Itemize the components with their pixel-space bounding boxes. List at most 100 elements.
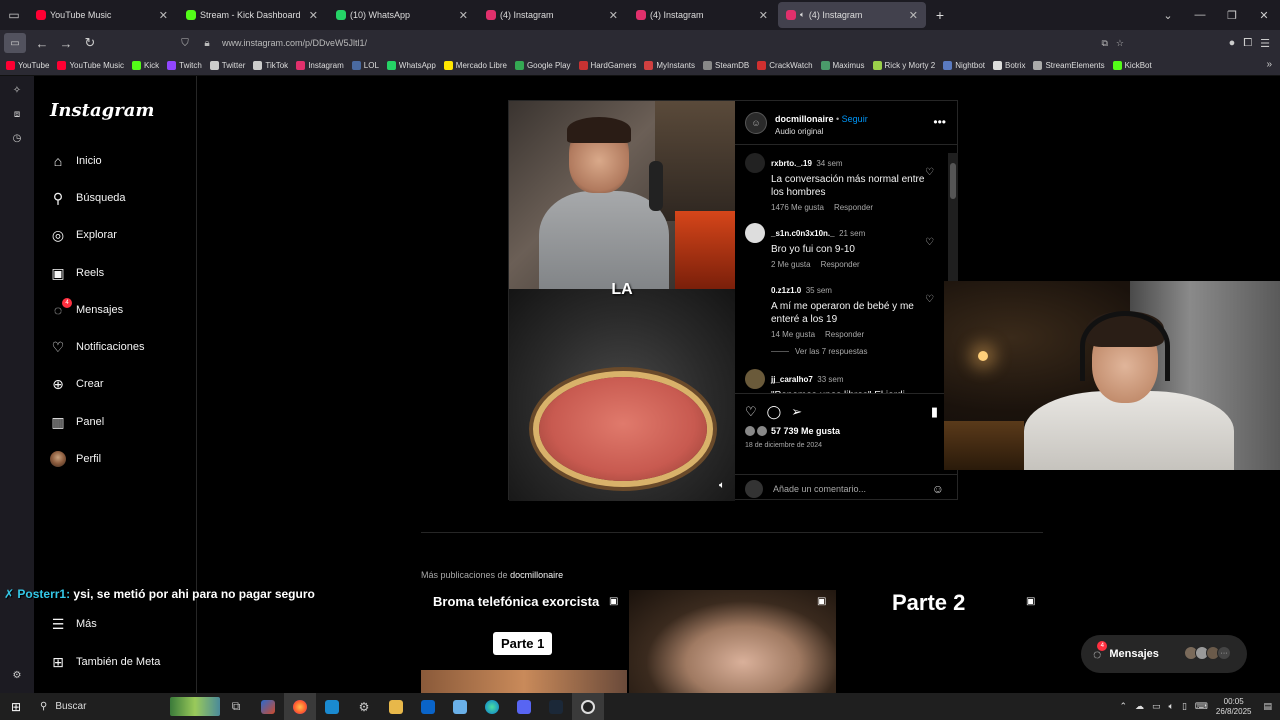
instagram-logo[interactable]: Instagram: [50, 100, 154, 121]
bookmark-item[interactable]: KickBot: [1112, 61, 1152, 70]
bookmark-item[interactable]: CrackWatch: [757, 61, 813, 70]
volume-icon[interactable]: 🔈︎: [719, 480, 725, 491]
comment-username[interactable]: 0.z1z1.0: [771, 286, 801, 295]
reply-button[interactable]: Responder: [834, 203, 873, 212]
app-icon[interactable]: [252, 693, 284, 720]
nav-item-reels[interactable]: ▣ Reels: [48, 258, 104, 288]
bookmark-item[interactable]: YouTube Music: [57, 61, 124, 70]
comment-likes[interactable]: 2 Me gusta: [771, 260, 811, 269]
edge-icon[interactable]: [476, 693, 508, 720]
discord-icon[interactable]: [508, 693, 540, 720]
commenter-avatar[interactable]: [745, 280, 765, 300]
post-thumbnail[interactable]: Parte 2 ▣: [838, 590, 1043, 693]
nav-item-explorar[interactable]: ◎ Explorar: [48, 220, 117, 250]
bookmark-item[interactable]: Instagram: [296, 61, 344, 70]
menu-icon[interactable]: ☰: [1260, 37, 1270, 50]
audio-label[interactable]: Audio original: [775, 127, 868, 136]
restore-button[interactable]: ❐: [1216, 9, 1248, 22]
author-username[interactable]: docmillonaire: [775, 114, 834, 124]
url-text[interactable]: www.instagram.com/p/DDveW5Jltl1/: [222, 38, 367, 48]
firefox-icon[interactable]: [284, 693, 316, 720]
nav-item-notificaciones[interactable]: ♡ Notificaciones: [48, 332, 145, 362]
lock-icon[interactable]: 🔒︎: [200, 38, 214, 49]
monitor-icon[interactable]: [444, 693, 476, 720]
clock[interactable]: 00:05 26/8/2025: [1216, 697, 1252, 717]
chevron-up-icon[interactable]: ⌃: [1119, 701, 1127, 712]
bookmark-item[interactable]: YouTube: [6, 61, 49, 70]
speaker-icon[interactable]: 🔈︎: [1169, 701, 1174, 712]
synced-tabs-icon[interactable]: ⧈: [0, 102, 34, 126]
view-replies-link[interactable]: Ver las 7 respuestas: [771, 347, 867, 356]
browser-tab[interactable]: 🔈︎ (4) Instagram ✕: [778, 2, 926, 28]
history-icon[interactable]: ◷: [0, 126, 34, 150]
nav-item-bottom[interactable]: ⊞ También de Meta: [48, 647, 160, 677]
comment-like-heart-icon[interactable]: ♡: [925, 237, 934, 248]
commenter-avatar[interactable]: [745, 153, 765, 173]
commenter-avatar[interactable]: [745, 369, 765, 389]
settings-gear-icon[interactable]: ⚙: [348, 693, 380, 720]
close-tab-icon[interactable]: ✕: [759, 9, 768, 22]
messages-float-button[interactable]: ◌ 4 Mensajes ···: [1081, 635, 1247, 673]
windows-start-icon[interactable]: ⊞: [0, 700, 32, 714]
nav-item-bottom[interactable]: ☰ Más: [48, 609, 97, 639]
sidebar-toggle-icon[interactable]: ▭: [4, 33, 26, 53]
bookmark-star-icon[interactable]: ☆: [1116, 38, 1124, 49]
account-icon[interactable]: ●: [1229, 37, 1236, 49]
author-avatar[interactable]: ☺: [745, 111, 767, 134]
emoji-icon[interactable]: ☺: [932, 482, 944, 496]
nav-item-inicio[interactable]: ⌂ Inicio: [48, 146, 102, 176]
close-tab-icon[interactable]: ✕: [459, 9, 468, 22]
close-tab-icon[interactable]: ✕: [309, 9, 318, 22]
browser-tab[interactable]: Stream - Kick Dashboard ✕: [178, 2, 326, 28]
browser-tab[interactable]: YouTube Music ✕: [28, 2, 176, 28]
reply-button[interactable]: Responder: [825, 330, 864, 339]
comment-username[interactable]: rxbrto._.19: [771, 159, 812, 168]
likes-count[interactable]: 57 739 Me gusta: [745, 426, 840, 436]
close-tab-icon[interactable]: ✕: [909, 9, 918, 22]
comment-icon[interactable]: ◯: [767, 404, 782, 420]
post-thumbnail[interactable]: Broma telefónica exorcista Parte 1 ▣: [421, 590, 627, 693]
shield-icon[interactable]: ⛉: [178, 38, 192, 49]
share-icon[interactable]: ➢: [791, 404, 802, 420]
browser-tab[interactable]: (4) Instagram ✕: [478, 2, 626, 28]
bookmark-item[interactable]: HardGamers: [578, 61, 636, 70]
battery-icon[interactable]: ▯: [1182, 701, 1187, 712]
task-view-icon[interactable]: ⧉: [220, 693, 252, 720]
bookmark-item[interactable]: Google Play: [514, 61, 571, 70]
post-video[interactable]: LA 🔈︎: [509, 101, 735, 501]
bookmark-item[interactable]: StreamElements: [1033, 61, 1105, 70]
comment-likes[interactable]: 1476 Me gusta: [771, 203, 824, 212]
post-thumbnail[interactable]: ▣: [629, 590, 836, 693]
chevron-down-icon[interactable]: ⌄: [1152, 9, 1184, 22]
bookmark-item[interactable]: TikTok: [253, 61, 288, 70]
url-bar[interactable]: ⛉ 🔒︎ www.instagram.com/p/DDveW5Jltl1/ ⧉ …: [178, 32, 1130, 54]
bookmark-item[interactable]: LOL: [351, 61, 379, 70]
bookmark-item[interactable]: Twitter: [209, 61, 245, 70]
bookmark-item[interactable]: Maximus: [820, 61, 865, 70]
comment-likes[interactable]: 14 Me gusta: [771, 330, 815, 339]
reply-button[interactable]: Responder: [821, 260, 860, 269]
close-window-button[interactable]: ✕: [1248, 9, 1280, 22]
save-bookmark-icon[interactable]: ▮: [931, 404, 938, 420]
comment-like-heart-icon[interactable]: ♡: [925, 167, 934, 178]
follow-button[interactable]: Seguir: [842, 114, 868, 124]
reload-button[interactable]: ↻: [78, 31, 102, 55]
bookmark-item[interactable]: Mercado Libre: [443, 61, 507, 70]
nav-item-panel[interactable]: ▥ Panel: [48, 407, 104, 437]
bookmark-item[interactable]: SteamDB: [703, 61, 749, 70]
nav-item-crear[interactable]: ⊕ Crear: [48, 369, 103, 399]
bookmark-item[interactable]: MyInstants: [644, 61, 695, 70]
nav-item-perfil[interactable]: Perfil: [48, 444, 101, 474]
speaker-icon[interactable]: 🔈︎: [800, 10, 805, 20]
steam-icon[interactable]: [540, 693, 572, 720]
comment-username[interactable]: _s1n.c0n3x10n._: [771, 229, 835, 238]
add-comment-input[interactable]: Añade un comentario...: [773, 484, 932, 494]
store-icon[interactable]: [316, 693, 348, 720]
more-posts-user[interactable]: docmillonaire: [510, 570, 563, 580]
extensions-icon[interactable]: ⧠: [1243, 37, 1252, 50]
bookmark-item[interactable]: Kick: [132, 61, 159, 70]
bookmark-item[interactable]: Rick y Morty 2: [872, 61, 935, 70]
comment-username[interactable]: jj_caralho7: [771, 375, 813, 384]
taskbar-search[interactable]: ⚲ Buscar: [32, 693, 220, 720]
file-explorer-icon[interactable]: [380, 693, 412, 720]
